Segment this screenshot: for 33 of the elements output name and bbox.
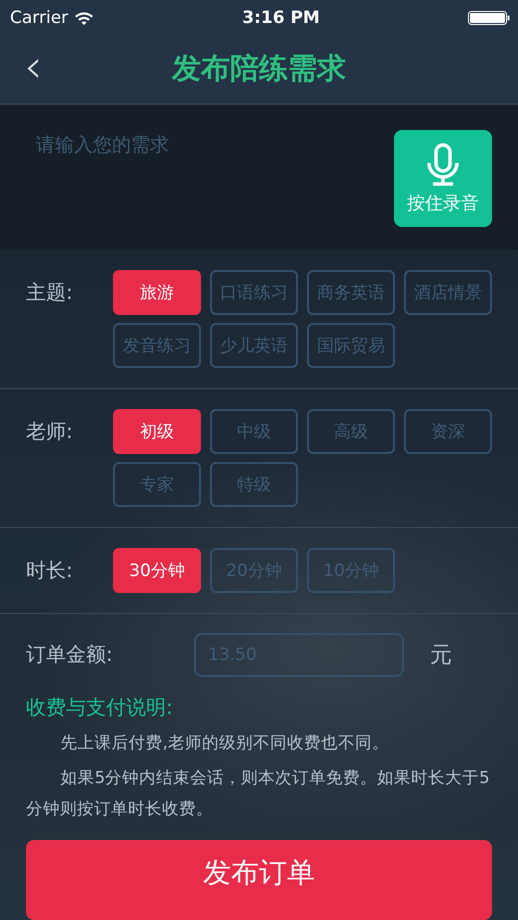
request-input-field[interactable]: 请输入您的需求 (34, 130, 394, 224)
option-chip[interactable]: 国际贸易 (307, 323, 395, 368)
option-chip[interactable]: 口语练习 (210, 270, 298, 315)
notes-title: 收费与支付说明: (26, 694, 174, 721)
option-chip[interactable]: 特级 (210, 462, 298, 507)
option-chip[interactable]: 初级 (113, 409, 201, 454)
battery-icon (468, 10, 510, 24)
field-label: 主题: (26, 279, 74, 306)
wifi-icon (74, 10, 94, 24)
field-label: 老师: (26, 418, 74, 445)
microphone-icon (426, 142, 460, 186)
option-chip[interactable]: 高级 (307, 409, 395, 454)
option-chip[interactable]: 商务英语 (307, 270, 395, 315)
option-chip[interactable]: 资深 (404, 409, 492, 454)
carrier-label: Carrier (10, 8, 68, 28)
option-chip[interactable]: 酒店情景 (404, 270, 492, 315)
notes-paragraph: 如果5分钟内结束会话，则本次订单免费。如果时长大于5分钟则按订单时长收费。 (26, 767, 491, 820)
page-title: 发布陪练需求 (172, 50, 346, 87)
currency-unit: 元 (430, 642, 452, 670)
clock-time: 3:16 PM (242, 8, 320, 28)
option-chip[interactable]: 少儿英语 (210, 323, 298, 368)
option-chip[interactable]: 30分钟 (113, 548, 201, 593)
request-input-area[interactable]: 请输入您的需求 按住录音 (0, 105, 518, 250)
option-chip[interactable]: 专家 (113, 462, 201, 507)
option-chip[interactable]: 中级 (210, 409, 298, 454)
option-chip[interactable]: 旅游 (113, 270, 201, 315)
field-label: 时长: (26, 557, 74, 584)
option-chip[interactable]: 发音练习 (113, 323, 201, 368)
record-button[interactable]: 按住录音 (394, 130, 492, 227)
submit-button[interactable]: 发布订单 (26, 840, 492, 920)
amount-label: 订单金额: (26, 641, 114, 668)
back-button[interactable]: ‹ (18, 41, 48, 91)
notes-paragraph: 先上课后付费,老师的级别不同收费也不同。 (60, 732, 390, 754)
